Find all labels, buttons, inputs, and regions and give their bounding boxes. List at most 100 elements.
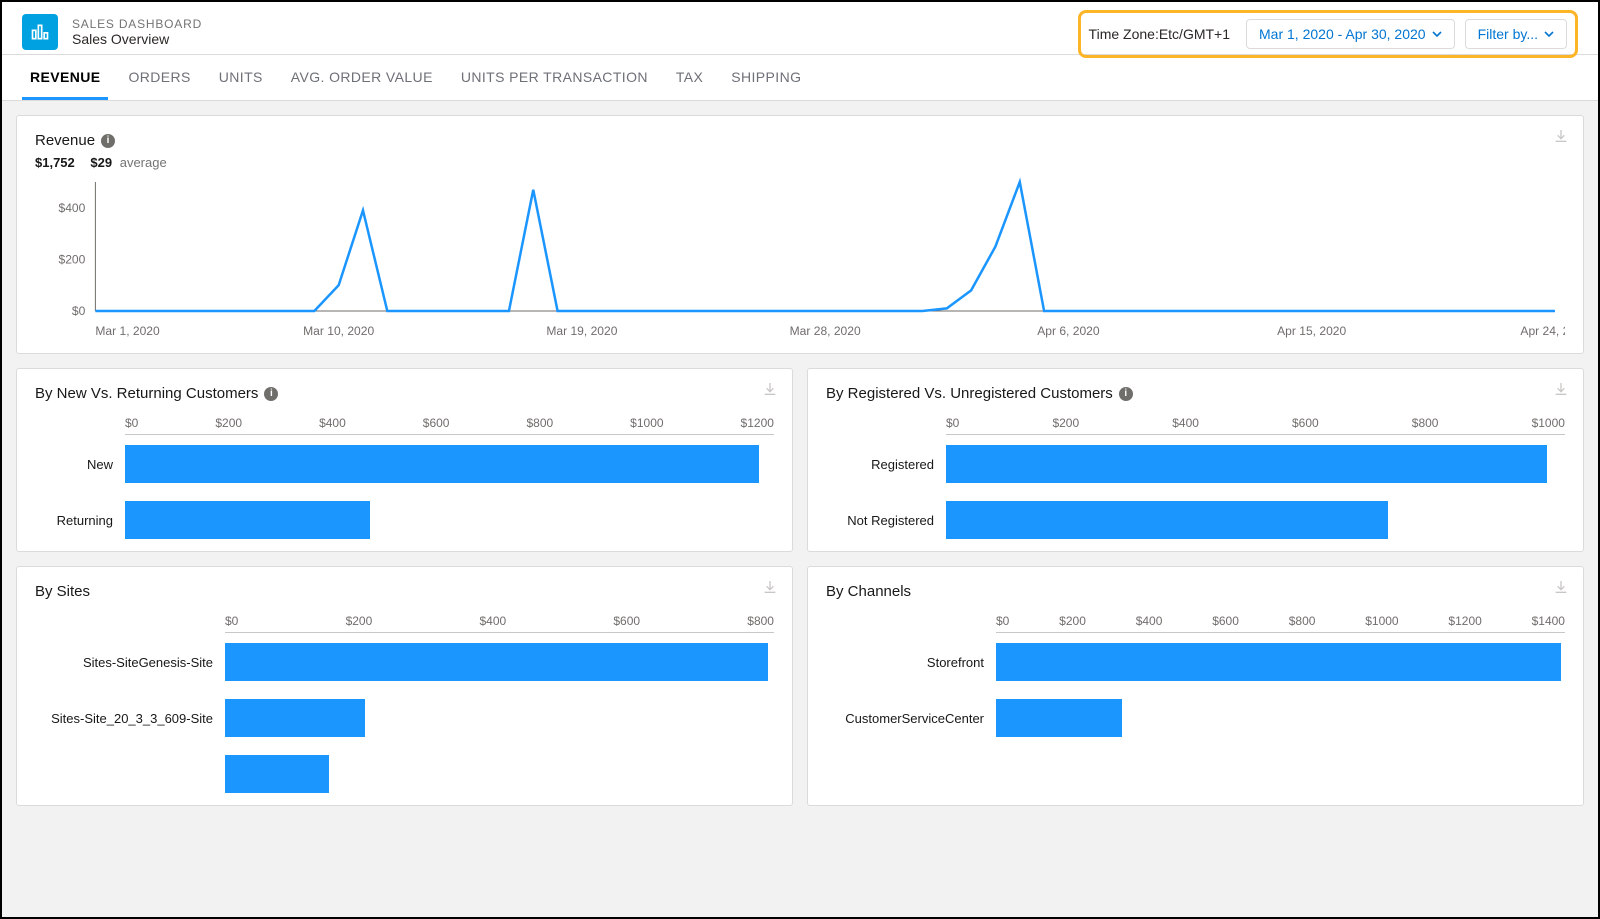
axis-tick: $1000 (1365, 614, 1398, 628)
chart-axis: $0$200$400$600$800$1000$1200 (125, 412, 774, 435)
revenue-kpis: $1,752 $29 average (35, 155, 1565, 170)
download-icon[interactable] (1553, 579, 1569, 595)
chevron-down-icon (1432, 29, 1442, 39)
axis-tick: $800 (747, 614, 774, 628)
card-title-text: Revenue (35, 132, 95, 149)
filter-button[interactable]: Filter by... (1465, 19, 1567, 49)
bar-track (225, 643, 774, 681)
app-header: SALES DASHBOARD Sales Overview Time Zone… (2, 2, 1598, 55)
page-title: Sales Overview (72, 31, 202, 47)
tab-revenue[interactable]: REVENUE (22, 55, 108, 100)
reg-unreg-card: By Registered Vs. Unregistered Customers… (807, 368, 1584, 552)
svg-text:Apr 6, 2020: Apr 6, 2020 (1037, 324, 1100, 338)
axis-tick: $400 (1136, 614, 1163, 628)
axis-tick: $800 (1412, 416, 1439, 430)
axis-tick: $200 (346, 614, 373, 628)
axis-tick: $600 (613, 614, 640, 628)
by-channels-card: By Channels $0$200$400$600$800$1000$1200… (807, 566, 1584, 806)
svg-text:Apr 15, 2020: Apr 15, 2020 (1277, 324, 1346, 338)
bar-row: CustomerServiceCenter (826, 699, 1565, 737)
tab-units[interactable]: UNITS (211, 55, 271, 100)
bar-label: CustomerServiceCenter (826, 711, 996, 726)
tab-orders[interactable]: ORDERS (120, 55, 198, 100)
charts-row-2: By Sites $0$200$400$600$800 Sites-SiteGe… (16, 566, 1584, 806)
timezone-label: Time Zone:Etc/GMT+1 (1089, 26, 1236, 42)
axis-tick: $1200 (741, 416, 774, 430)
date-range-value: Mar 1, 2020 - Apr 30, 2020 (1259, 26, 1426, 42)
bar-fill (125, 501, 370, 539)
bar-fill (996, 643, 1561, 681)
axis-tick: $800 (1289, 614, 1316, 628)
by-channels-chart: $0$200$400$600$800$1000$1200$1400 Storef… (826, 610, 1565, 737)
bar-label: Registered (826, 457, 946, 472)
info-icon[interactable]: i (1119, 387, 1133, 401)
header-titles: SALES DASHBOARD Sales Overview (72, 17, 202, 47)
tab-bar: REVENUE ORDERS UNITS AVG. ORDER VALUE UNITS … (2, 55, 1598, 101)
bar-row: Storefront (826, 643, 1565, 681)
bar-fill (946, 445, 1547, 483)
info-icon[interactable]: i (101, 134, 115, 148)
chart-bars: Sites-SiteGenesis-Site Sites-Site_20_3_3… (35, 643, 774, 793)
axis-tick: $200 (1052, 416, 1079, 430)
bar-track (996, 699, 1565, 737)
bar-track (946, 501, 1565, 539)
card-title: By New Vs. Returning Customers i (35, 385, 774, 402)
download-icon[interactable] (762, 579, 778, 595)
bar-label: Sites-SiteGenesis-Site (35, 655, 225, 670)
chart-bars: Storefront CustomerServiceCenter (826, 643, 1565, 737)
download-icon[interactable] (762, 381, 778, 397)
new-returning-card: By New Vs. Returning Customers i $0 $200 $… (16, 368, 793, 552)
bar-row: Returning (35, 501, 774, 539)
tab-shipping[interactable]: SHIPPING (723, 55, 809, 100)
axis-tick: $200 (215, 416, 242, 430)
chevron-down-icon (1544, 29, 1554, 39)
tab-units-per-transaction[interactable]: UNITS PER TRANSACTION (453, 55, 656, 100)
revenue-line-chart: $0$200$400 Mar 1, 2020Mar 10, 2020Mar 19… (35, 176, 1565, 341)
axis-tick: $400 (479, 614, 506, 628)
bar-label: Returning (35, 513, 125, 528)
svg-text:$0: $0 (72, 304, 86, 318)
axis-tick: $0 (946, 416, 959, 430)
bar-track (946, 445, 1565, 483)
revenue-avg-value: $29 (90, 155, 112, 170)
filter-label: Filter by... (1478, 26, 1538, 42)
breadcrumb: SALES DASHBOARD (72, 17, 202, 31)
chart-axis: $0 $200 $400 $600 $800 (225, 610, 774, 633)
header-highlight-area: Time Zone:Etc/GMT+1 Mar 1, 2020 - Apr 30… (1078, 10, 1578, 58)
bar-label: Storefront (826, 655, 996, 670)
svg-text:$400: $400 (59, 201, 86, 215)
bar-track (225, 755, 774, 793)
bar-row: Sites-Site_20_3_3_609-Site (35, 699, 774, 737)
revenue-avg-label: average (120, 155, 167, 170)
info-icon[interactable]: i (264, 387, 278, 401)
tab-tax[interactable]: TAX (668, 55, 711, 100)
axis-tick: $400 (319, 416, 346, 430)
bar-fill (946, 501, 1388, 539)
new-returning-chart: $0$200$400$600$800$1000$1200 New Returni… (35, 412, 774, 539)
tab-avg-order-value[interactable]: AVG. ORDER VALUE (283, 55, 441, 100)
bar-track (996, 643, 1565, 681)
bar-row: New (35, 445, 774, 483)
bar-fill (225, 755, 329, 793)
chart-bars: New Returning (35, 445, 774, 539)
bar-row: Not Registered (826, 501, 1565, 539)
bar-track (225, 699, 774, 737)
axis-tick: $0 (125, 416, 138, 430)
bar-row: Registered (826, 445, 1565, 483)
header-controls: Time Zone:Etc/GMT+1 Mar 1, 2020 - Apr 30… (1078, 10, 1578, 58)
download-icon[interactable] (1553, 128, 1569, 144)
bar-row (35, 755, 774, 793)
date-range-picker[interactable]: Mar 1, 2020 - Apr 30, 2020 (1246, 19, 1455, 49)
revenue-total: $1,752 (35, 155, 75, 170)
axis-tick: $1400 (1532, 614, 1565, 628)
download-icon[interactable] (1553, 381, 1569, 397)
reg-unreg-chart: $0$200$400$600$800$1000 Registered Not R… (826, 412, 1565, 539)
axis-tick: $0 (225, 614, 238, 628)
svg-text:Mar 19, 2020: Mar 19, 2020 (546, 324, 617, 338)
svg-text:Mar 28, 2020: Mar 28, 2020 (790, 324, 861, 338)
bar-row: Sites-SiteGenesis-Site (35, 643, 774, 681)
axis-tick: $0 (996, 614, 1009, 628)
card-title: By Channels (826, 583, 1565, 600)
axis-tick: $1000 (1532, 416, 1565, 430)
by-sites-chart: $0 $200 $400 $600 $800 Sites-SiteGenesis-Sit… (35, 610, 774, 793)
